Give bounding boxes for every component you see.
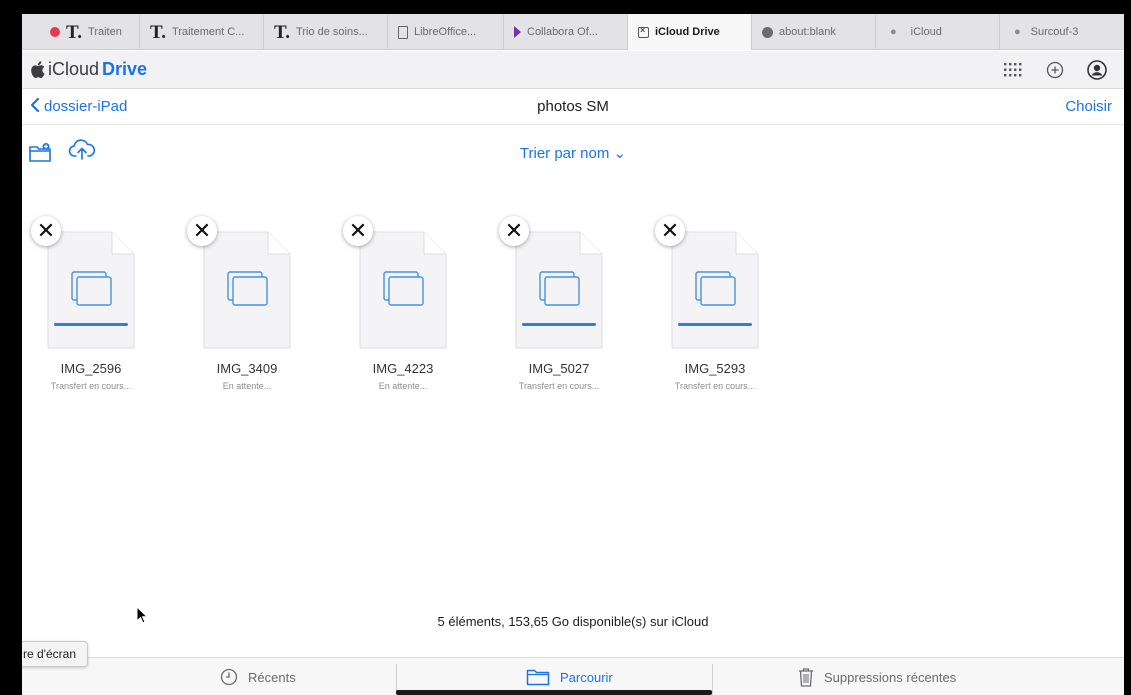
file-item[interactable]: ✕ IMG_3409 En attente...	[160, 210, 300, 391]
upload-progress-bar	[678, 323, 752, 326]
tab-label: LibreOffice...	[414, 26, 477, 38]
tab-label: Collabora Of...	[527, 26, 598, 38]
file-document-icon	[671, 231, 759, 349]
t-icon: T.	[150, 21, 167, 43]
browser-window: T. Traiten T. Traitement C... T. Trio de…	[22, 14, 1124, 695]
page-title: photos SM	[537, 98, 609, 115]
upload-progress-bar	[54, 323, 128, 326]
t-icon: T.	[66, 21, 83, 43]
file-status: En attente...	[378, 381, 428, 391]
tab-icloud-drive[interactable]: iCloud Drive	[628, 14, 752, 50]
document-icon	[398, 25, 408, 39]
add-icon[interactable]	[1044, 59, 1066, 81]
file-status: Transfert en cours...	[50, 381, 132, 391]
cancel-upload-button[interactable]: ✕	[187, 216, 217, 246]
apple-icon: ●	[1014, 26, 1021, 38]
collabora-icon	[514, 26, 521, 38]
brand-suffix: Drive	[102, 59, 148, 79]
sort-label: Trier par nom	[519, 145, 610, 162]
tab-recents[interactable]: Récents	[220, 658, 296, 695]
tab-surcouf[interactable]: ● Surcouf-3	[1000, 14, 1124, 50]
screen: T. Traiten T. Traitement C... T. Trio de…	[0, 0, 1131, 695]
file-item[interactable]: ✕ IMG_5027 Transfert en cours...	[472, 210, 612, 391]
tab-label: Trio de soins...	[296, 26, 368, 38]
apple-logo-icon	[31, 61, 45, 78]
cancel-upload-button[interactable]: ✕	[655, 216, 685, 246]
cancel-upload-button[interactable]: ✕	[343, 216, 373, 246]
tab-label: Surcouf-3	[1030, 26, 1079, 38]
navigation-bar: dossier-iPad photos SM Choisir	[22, 90, 1124, 125]
tab-label: about:blank	[779, 26, 836, 38]
tab-traiten[interactable]: T. Traiten	[40, 14, 140, 50]
app-header: iCloud Drive	[22, 51, 1124, 89]
tab-trio-de-soins[interactable]: T. Trio de soins...	[264, 14, 388, 50]
tab-traitement[interactable]: T. Traitement C...	[140, 14, 264, 50]
tab-icloud[interactable]: ● iCloud	[876, 14, 1000, 50]
tooltip-text: re d'écran	[23, 647, 76, 661]
icloud-drive-logo: iCloud Drive	[31, 59, 147, 80]
tab-libreoffice[interactable]: LibreOffice...	[388, 14, 504, 50]
file-name: IMG_5027	[528, 361, 590, 376]
sort-control: Trier par nom ⌄	[22, 144, 1124, 162]
file-document-icon	[359, 231, 447, 349]
file-name: IMG_2596	[60, 361, 122, 376]
recents-label: Récents	[248, 669, 296, 685]
cancel-upload-button[interactable]: ✕	[499, 216, 529, 246]
file-name: IMG_3409	[216, 361, 278, 376]
tooltip: re d'écran	[22, 641, 88, 667]
deleted-label: Suppressions récentes	[824, 669, 957, 685]
file-document-icon	[515, 231, 603, 349]
browser-tab-bar: T. Traiten T. Traitement C... T. Trio de…	[22, 14, 1124, 50]
file-item[interactable]: ✕ IMG_2596 Transfert en cours...	[22, 210, 144, 391]
toolbar: Trier par nom ⌄	[22, 126, 1124, 176]
mouse-cursor-icon	[136, 606, 148, 624]
account-icon[interactable]	[1086, 59, 1108, 81]
tab-about-blank[interactable]: about:blank	[752, 14, 876, 50]
app-grid-icon[interactable]	[1002, 59, 1024, 81]
tab-label: Traiten	[88, 26, 122, 38]
file-item[interactable]: ✕ IMG_5293 Transfert en cours...	[628, 210, 768, 391]
divider	[712, 664, 713, 694]
close-box-icon	[638, 25, 649, 38]
file-status: En attente...	[222, 381, 272, 391]
cancel-upload-button[interactable]: ✕	[31, 216, 61, 246]
file-name: IMG_4223	[372, 361, 434, 376]
choose-button[interactable]: Choisir	[1065, 98, 1112, 115]
upload-progress-bar	[522, 323, 596, 326]
t-icon: T.	[274, 21, 291, 43]
file-item[interactable]: ✕ IMG_4223 En attente...	[316, 210, 456, 391]
file-document-icon	[203, 231, 291, 349]
chevron-down-icon: ⌄	[613, 145, 627, 162]
new-folder-icon[interactable]	[28, 142, 54, 164]
tab-label: Traitement C...	[172, 26, 245, 38]
compass-icon	[762, 26, 773, 38]
tab-collabora[interactable]: Collabora Of...	[504, 14, 628, 50]
folder-icon	[526, 669, 550, 686]
upload-icon[interactable]	[68, 138, 96, 162]
app-logo-icon	[50, 27, 60, 37]
brand-prefix: iCloud	[48, 59, 100, 79]
tab-label: iCloud Drive	[655, 26, 720, 38]
file-status: Transfert en cours...	[674, 381, 756, 391]
trash-icon	[799, 668, 813, 687]
tab-label: iCloud	[910, 26, 942, 38]
sort-button[interactable]: Trier par nom ⌄	[520, 145, 626, 162]
file-document-icon	[47, 231, 135, 349]
storage-info: 5 éléments, 153,65 Go disponible(s) sur …	[437, 614, 709, 629]
apple-icon: ●	[890, 26, 897, 38]
file-status: Transfert en cours...	[518, 381, 600, 391]
clock-icon	[220, 668, 238, 686]
tab-recently-deleted[interactable]: Suppressions récentes	[798, 658, 956, 695]
scroll-indicator	[396, 690, 712, 695]
browse-label: Parcourir	[560, 669, 613, 685]
file-name: IMG_5293	[684, 361, 746, 376]
